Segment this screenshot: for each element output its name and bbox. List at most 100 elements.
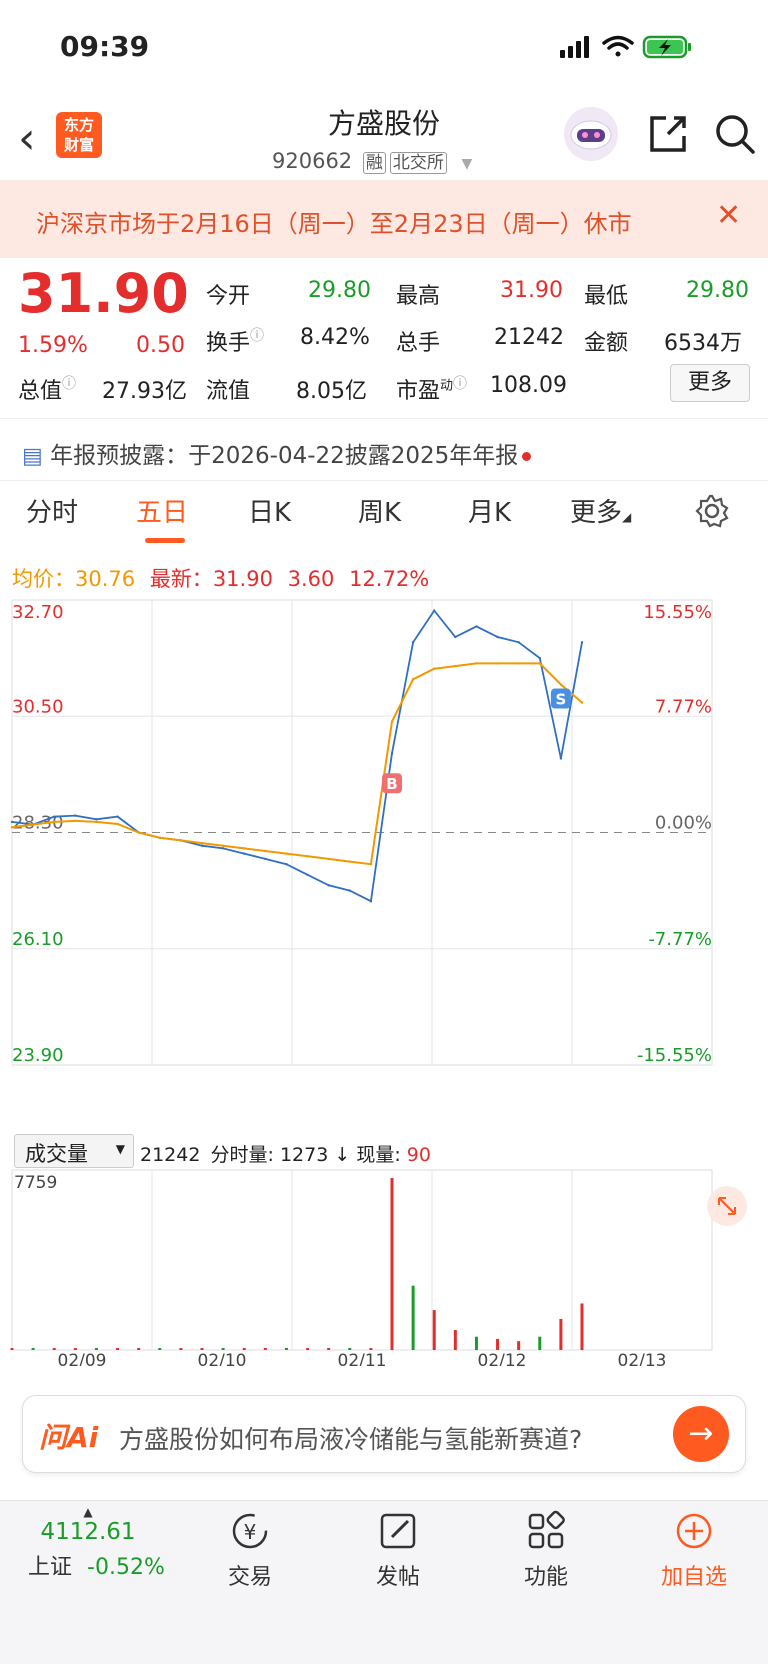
avg-price-line-point [137, 831, 140, 834]
nav-trade[interactable]: ¥ 交易 [190, 1509, 310, 1591]
avg-price-line-point [433, 667, 436, 670]
ai-brand: 问Ai [39, 1421, 99, 1454]
price-line-point [369, 899, 373, 903]
nav-add-watch-label: 加自选 [660, 1565, 727, 1590]
price-line-point [221, 847, 225, 850]
margin-tag: 融 [362, 152, 386, 174]
volume-bar [242, 1348, 246, 1350]
volume-bar [390, 1178, 394, 1350]
amount-value: 6534万 [664, 331, 742, 356]
date-label: 02/09 [58, 1351, 107, 1366]
avg-price-line-point [10, 826, 14, 829]
avg-price-line [11, 662, 583, 866]
open-label: 今开 [206, 284, 251, 309]
nav-functions[interactable]: 功能 [486, 1509, 606, 1591]
tab-five-day[interactable]: 五日 [136, 492, 188, 529]
pct-axis-label: -7.77% [648, 929, 712, 950]
date-label: 02/10 [198, 1351, 247, 1366]
price-line-point [348, 889, 351, 892]
tab-weekly-k[interactable]: 周K [358, 492, 401, 529]
volume-bar [496, 1338, 500, 1350]
open-value: 29.80 [308, 278, 371, 303]
stock-code-row[interactable]: 920662 融北交所 ▼ [272, 148, 473, 174]
tab-more-label: 更多 [570, 498, 623, 528]
edit-post-icon [380, 1513, 416, 1549]
share-icon[interactable] [646, 112, 690, 156]
high-label: 最高 [396, 284, 441, 309]
active-tab-underline [145, 538, 185, 543]
tab-more[interactable]: 更多◢ [570, 492, 631, 529]
grid-apps-icon [528, 1510, 565, 1549]
avg-price-line-point [538, 662, 541, 665]
change-pct: 1.59% [18, 333, 88, 358]
low-label: 最低 [584, 284, 629, 309]
volume-bar [474, 1336, 478, 1350]
volume-total: 21242 [140, 1144, 201, 1166]
minute-volume-label: 分时量: [210, 1144, 274, 1166]
price-line-point [95, 818, 98, 821]
search-icon[interactable] [713, 112, 757, 156]
avg-price-line-point [179, 839, 183, 842]
avg-price-line-point [264, 849, 267, 853]
low-value: 29.80 [686, 278, 749, 303]
volume-bar [453, 1330, 457, 1350]
avg-price-line-point [475, 662, 478, 665]
dropdown-caret-icon[interactable]: ▼ [462, 156, 473, 172]
price-axis-label: 32.70 [12, 602, 64, 623]
nav-add-watch[interactable]: 加自选 [634, 1509, 754, 1591]
status-bar: 09:39 [0, 0, 768, 95]
send-arrow-button[interactable]: → [673, 1406, 729, 1462]
notice-text: 于2026-04-22披露2025年年报 [188, 443, 519, 469]
five-day-price-chart[interactable]: 32.70 15.55%30.50 7.77%28.30 0.00%26.10 -7.7… [0, 595, 768, 1135]
info-icon[interactable]: ⓘ [250, 328, 264, 344]
avg-price-line-point [158, 836, 161, 839]
ai-question-box[interactable]: 问Ai 方盛股份如何布局液冷储能与氢能新赛道? → [22, 1395, 746, 1473]
nav-post-label: 发帖 [375, 1565, 420, 1590]
marker-label: B [386, 775, 397, 793]
volume-bar [559, 1318, 563, 1350]
price-line-point [390, 752, 394, 755]
info-icon[interactable]: ⓘ [453, 376, 467, 392]
price-line-point [285, 863, 288, 866]
price-line-point [10, 820, 14, 824]
volume-chart[interactable]: 7759 02/09 02/10 02/11 02/12 02/13 [0, 1166, 768, 1366]
marker-label: S [555, 691, 566, 709]
annual-report-notice[interactable]: ▤ 年报预披露：于2026-04-22披露2025年年报 [22, 436, 532, 470]
wifi-icon [602, 35, 634, 57]
volume-bar [327, 1348, 331, 1350]
expand-icon[interactable] [707, 1186, 747, 1226]
new-dot-icon [522, 452, 532, 461]
tab-intraday[interactable]: 分时 [26, 492, 78, 529]
tab-monthly-k[interactable]: 月K [468, 492, 511, 529]
volume-value: 21242 [494, 325, 564, 350]
tab-daily-k[interactable]: 日K [248, 492, 291, 529]
exchange-tag: 北交所 [389, 152, 447, 174]
up-caret-icon: ▲ [83, 1505, 93, 1519]
chart-change-pct: 12.72% [349, 567, 430, 591]
volume-selector-label: 成交量 [25, 1142, 88, 1166]
avg-price-line-point [74, 819, 77, 823]
close-icon[interactable]: ✕ [716, 198, 741, 233]
price-line-point [306, 873, 309, 876]
avg-price-line-point [369, 863, 373, 866]
corner-arrow-icon: ◢ [622, 510, 632, 524]
volume-frame [11, 1169, 713, 1351]
avg-price-line-point [390, 720, 394, 723]
index-quote[interactable]: ▲ 4112.61 上证 -0.52% [28, 1505, 165, 1581]
volume-bar [263, 1348, 267, 1350]
volume-selector[interactable]: 成交量 ▼ [14, 1134, 134, 1168]
settings-gear-icon[interactable] [695, 494, 729, 528]
date-label: 02/11 [338, 1351, 387, 1366]
last-label: 最新： [149, 567, 213, 591]
volume-info: 21242 分时量: 1273 ↓ 现量: 90 [140, 1140, 431, 1167]
pe-label: 市盈动ⓘ [396, 373, 467, 405]
price-line [11, 609, 583, 903]
volume-bar [200, 1348, 204, 1350]
nav-post[interactable]: 发帖 [338, 1509, 458, 1591]
avg-price-line-point [454, 664, 457, 668]
avg-price-line-point [496, 662, 499, 665]
robot-assistant-icon[interactable] [560, 105, 622, 163]
info-icon[interactable]: ⓘ [62, 376, 76, 392]
more-button[interactable]: 更多 [670, 364, 750, 402]
price-line-point [74, 814, 77, 817]
